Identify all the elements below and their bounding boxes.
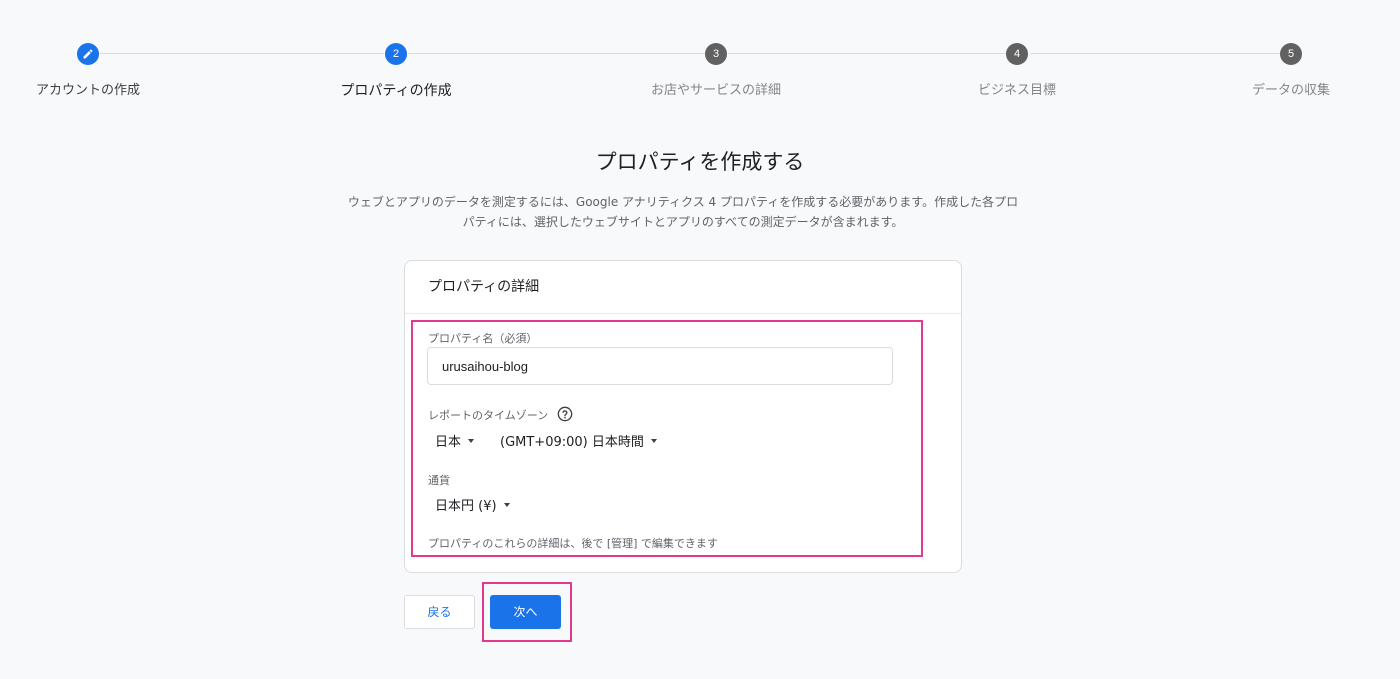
timezone-select[interactable]: (GMT+09:00) 日本時間 <box>500 431 657 450</box>
next-button[interactable]: 次へ <box>490 595 561 629</box>
country-select[interactable]: 日本 <box>435 431 475 450</box>
edit-later-hint: プロパティのこれらの詳細は、後で [管理] で編集できます <box>428 537 718 550</box>
step-3-indicator: 3 <box>705 43 727 65</box>
intro-text: ウェブとアプリのデータを測定するには、Google アナリティクス 4 プロパテ… <box>305 192 1061 232</box>
timezone-value: (GMT+09:00) 日本時間 <box>500 435 644 450</box>
step-4-indicator: 4 <box>1006 43 1028 65</box>
step-5-label: データの収集 <box>1251 83 1331 98</box>
intro-line-1: ウェブとアプリのデータを測定するには、Google アナリティクス 4 プロパテ… <box>347 195 1019 209</box>
step-1-label: アカウントの作成 <box>35 83 141 98</box>
caret-down-icon <box>650 438 657 443</box>
currency-select[interactable]: 日本円 (¥) <box>435 495 510 514</box>
step-connector <box>1030 53 1280 54</box>
property-name-input[interactable] <box>427 347 893 385</box>
step-3-label: お店やサービスの詳細 <box>650 83 782 98</box>
intro-line-2: パティには、選択したウェブサイトとアプリのすべての測定データが含まれます。 <box>462 215 904 229</box>
back-button[interactable]: 戻る <box>404 595 475 629</box>
step-connector <box>728 53 1006 54</box>
country-value: 日本 <box>435 435 462 450</box>
step-5-indicator: 5 <box>1280 43 1302 65</box>
page-title: プロパティを作成する <box>595 150 805 174</box>
step-4-label: ビジネス目標 <box>977 83 1057 98</box>
step-connector <box>100 53 384 54</box>
pencil-icon <box>83 49 93 59</box>
caret-down-icon <box>503 502 510 507</box>
currency-label: 通貨 <box>428 474 450 487</box>
timezone-label: レポートのタイムゾーン <box>428 409 549 422</box>
property-name-label: プロパティ名（必須） <box>428 332 538 345</box>
step-1-indicator[interactable] <box>77 43 99 65</box>
step-connector <box>408 53 705 54</box>
card-header: プロパティの詳細 <box>405 261 961 314</box>
help-circle-icon[interactable] <box>557 406 573 422</box>
currency-value: 日本円 (¥) <box>435 499 497 514</box>
step-2-label: プロパティの作成 <box>340 83 452 99</box>
step-2-indicator: 2 <box>385 43 407 65</box>
stepper: アカウントの作成 2 プロパティの作成 3 お店やサービスの詳細 4 ビジネス目… <box>0 0 1400 110</box>
caret-down-icon <box>468 438 475 443</box>
